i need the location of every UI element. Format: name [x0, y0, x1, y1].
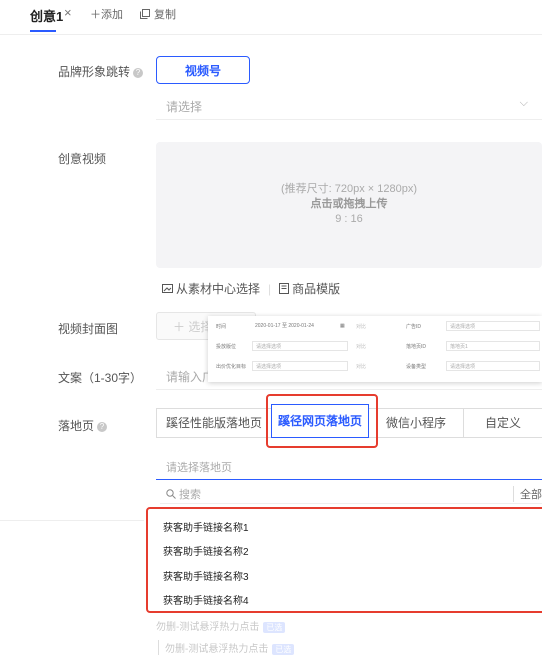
video-account-button[interactable]: 视频号 — [156, 56, 250, 84]
add-creative-button[interactable]: ＋添加 — [90, 6, 123, 22]
segment-mini-program[interactable]: 微信小程序 — [368, 408, 464, 438]
cover-label: 视频封面图 — [58, 322, 119, 336]
copy-creative-button[interactable]: 复制 — [140, 6, 176, 22]
search-icon — [166, 489, 176, 499]
upload-size-hint: (推荐尺寸: 720px × 1280px) — [280, 183, 418, 195]
highlight-box — [146, 507, 542, 613]
filter-select[interactable]: 请选择选项 — [446, 361, 540, 371]
help-icon[interactable]: ? — [97, 421, 108, 432]
upload-ratio-hint: 9 : 16 — [335, 213, 363, 225]
filter-row: 出价优化目标 请选择选项 对比 设备类型 请选择选项 — [208, 360, 542, 374]
active-tab-indicator — [30, 30, 56, 32]
filter-select[interactable]: 请选择选项 — [446, 321, 540, 331]
brand-jump-text: 品牌形象跳转 — [58, 65, 131, 79]
search-placeholder: 搜索 — [179, 489, 201, 501]
filter-popup: 时间 2020-01-17 至 2020-01-24 ▦ 对比 广告ID 请选择… — [208, 316, 542, 382]
copy-text-label: 文案（1-30字） — [58, 371, 143, 385]
filter-key: 广告ID — [406, 324, 422, 330]
video-label: 创意视频 — [58, 152, 107, 166]
copy-icon — [140, 9, 150, 19]
compare-checkbox[interactable]: 对比 — [356, 343, 366, 350]
filter-row: 时间 2020-01-17 至 2020-01-24 ▦ 对比 广告ID 请选择… — [208, 320, 542, 334]
landing-label-text: 落地页 — [58, 419, 95, 433]
faded-item-text: 勿删-测试悬浮热力点击 — [165, 644, 269, 655]
close-icon[interactable]: × — [64, 5, 72, 20]
segment-performance-landing[interactable]: 蹊径性能版落地页 — [156, 408, 272, 438]
filter-row: 投放版位 请选择选项 对比 落地页ID 落地页1 — [208, 340, 542, 354]
compare-checkbox[interactable]: 对比 — [356, 363, 366, 370]
landing-select[interactable]: 请选择落地页 — [156, 454, 542, 480]
search-scope-all[interactable]: 全部 — [513, 486, 542, 502]
faded-item-text: 勿删-测试悬浮热力点击 — [156, 622, 260, 633]
selected-tag: 已选 — [263, 622, 286, 633]
template-icon — [279, 283, 290, 294]
library-link[interactable]: 从素材中心选择 — [162, 282, 260, 296]
list-item-faded[interactable]: 勿删-测试悬浮热力点击 已选 — [156, 618, 286, 633]
brand-jump-label: 品牌形象跳转? — [58, 63, 144, 80]
template-link[interactable]: 商品模版 — [279, 282, 340, 296]
copy-label: 复制 — [154, 9, 176, 21]
highlight-box — [266, 394, 378, 448]
tab-creative-1[interactable]: 创意1 — [30, 6, 63, 25]
divider — [0, 520, 144, 521]
brand-select-placeholder: 请选择 — [166, 100, 203, 114]
template-link-label: 商品模版 — [292, 282, 341, 296]
image-library-icon — [162, 284, 173, 293]
filter-key: 设备类型 — [406, 364, 427, 370]
divider: | — [268, 282, 272, 296]
video-source-links: 从素材中心选择 | 商品模版 — [162, 280, 340, 297]
selected-tag: 已选 — [272, 644, 295, 655]
brand-select[interactable]: 请选择 ⌵ — [156, 92, 542, 120]
filter-select[interactable]: 请选择选项 — [252, 341, 348, 351]
date-range-field[interactable]: 2020-01-17 至 2020-01-24 — [252, 321, 348, 331]
list-item-faded[interactable]: 勿删-测试悬浮热力点击 已选 — [158, 640, 295, 655]
filter-key: 落地页ID — [406, 344, 427, 350]
creative-tabs-bar — [0, 0, 542, 35]
chevron-down-icon: ⌵ — [519, 97, 528, 109]
video-upload-area[interactable]: (推荐尺寸: 720px × 1280px) 点击或拖拽上传 9 : 16 — [156, 142, 542, 268]
library-link-label: 从素材中心选择 — [176, 282, 261, 296]
filter-key: 时间 — [216, 324, 227, 330]
landing-label: 落地页? — [58, 417, 108, 434]
help-icon[interactable]: ? — [133, 67, 144, 78]
upload-action-hint: 点击或拖拽上传 — [310, 198, 388, 210]
landing-search-input[interactable]: 搜索 全部 — [160, 484, 542, 504]
filter-select[interactable]: 请选择选项 — [252, 361, 348, 371]
compare-checkbox[interactable]: 对比 — [356, 323, 366, 330]
segment-custom[interactable]: 自定义 — [463, 408, 542, 438]
calendar-icon[interactable]: ▦ — [340, 323, 345, 329]
filter-key: 出价优化目标 — [216, 364, 247, 370]
filter-select[interactable]: 落地页1 — [446, 341, 540, 351]
filter-key: 投放版位 — [216, 344, 237, 350]
